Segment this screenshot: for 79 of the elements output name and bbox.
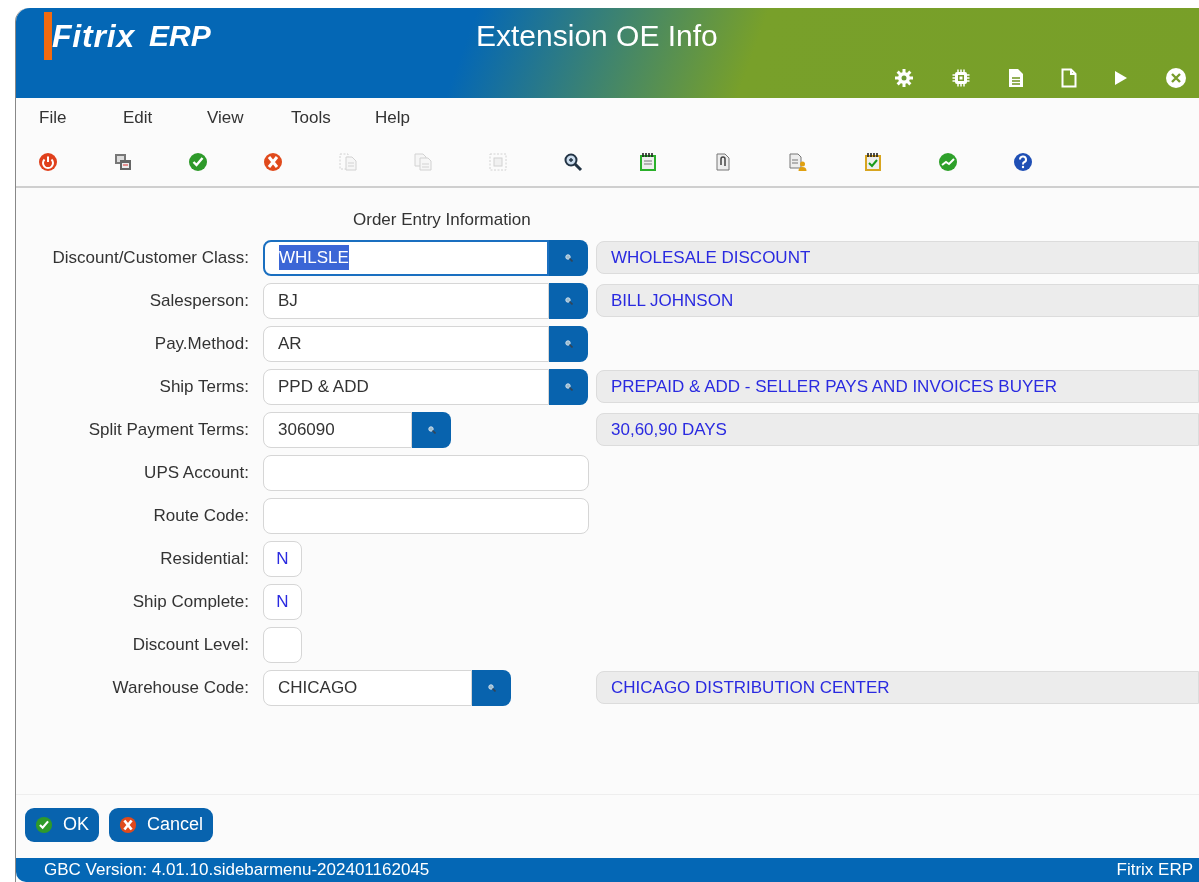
input-field[interactable] <box>263 497 589 534</box>
notepad-icon[interactable] <box>638 152 658 172</box>
search-icon <box>564 339 573 348</box>
input-field[interactable]: BJ <box>263 282 549 319</box>
description-field: BILL JOHNSON <box>596 284 1199 317</box>
input-field[interactable]: N <box>263 583 302 620</box>
search-icon[interactable] <box>563 152 583 172</box>
check-icon <box>35 815 53 834</box>
input-field[interactable]: PPD & ADD <box>263 368 549 405</box>
lookup-button[interactable] <box>549 325 588 362</box>
field-value: AR <box>278 332 302 355</box>
input-field[interactable]: 306090 <box>263 411 412 448</box>
field-label: Split Payment Terms: <box>87 418 250 441</box>
field-label: Residential: <box>159 547 250 570</box>
search-icon <box>564 296 573 305</box>
cancel-icon <box>119 815 137 834</box>
description-field: 30,60,90 DAYS <box>596 413 1199 446</box>
document-icon[interactable] <box>1008 68 1024 88</box>
field-label: Warehouse Code: <box>111 676 250 699</box>
menu-item[interactable]: File <box>39 105 123 131</box>
field-value: CHICAGO <box>278 676 358 699</box>
logo-brand: Fitrix <box>44 11 136 60</box>
description-field: WHOLESALE DISCOUNT <box>596 241 1199 274</box>
field-label: Discount Level: <box>131 633 250 656</box>
input-field[interactable]: WHLSLE <box>263 239 549 276</box>
lookup-button[interactable] <box>412 411 451 448</box>
close-icon[interactable] <box>1165 67 1187 89</box>
lookup-button[interactable] <box>549 368 588 405</box>
cancel-icon[interactable] <box>263 152 283 172</box>
checklist-notepad-icon[interactable] <box>863 152 883 172</box>
menu-item[interactable]: View <box>207 105 291 131</box>
field-label: Ship Complete: <box>131 590 250 613</box>
version-text: GBC Version: 4.01.10.sidebarmenu-202401162045 <box>44 859 430 882</box>
input-field[interactable]: CHICAGO <box>263 669 472 706</box>
field-value: WHLSLE <box>279 244 349 271</box>
field-label: Pay.Method: <box>153 332 250 355</box>
logo-suffix: ERP <box>149 18 211 54</box>
menu-item[interactable]: Help <box>375 105 459 131</box>
lookup-button[interactable] <box>472 669 511 706</box>
input-field[interactable]: N <box>263 540 302 577</box>
play-icon[interactable] <box>1114 70 1128 86</box>
input-field[interactable]: AR <box>263 325 549 362</box>
field-value: BJ <box>278 289 298 312</box>
field-label: Route Code: <box>152 504 250 527</box>
windows-icon[interactable] <box>113 152 133 172</box>
chip-icon[interactable] <box>951 68 971 88</box>
help-icon[interactable] <box>1013 152 1033 172</box>
trend-icon[interactable] <box>938 152 958 172</box>
cancel-button[interactable]: Cancel <box>109 807 214 842</box>
input-field[interactable] <box>263 626 302 663</box>
power-icon[interactable] <box>38 152 58 172</box>
search-icon <box>427 425 436 434</box>
lookup-button[interactable] <box>549 239 588 276</box>
search-icon <box>564 253 573 262</box>
menu-item[interactable]: Edit <box>123 105 207 131</box>
field-label: Salesperson: <box>148 289 250 312</box>
input-field[interactable] <box>263 454 589 491</box>
lookup-button[interactable] <box>549 282 588 319</box>
field-label: Discount/Customer Class: <box>51 246 250 269</box>
field-value: N <box>276 547 289 570</box>
field-label: UPS Account: <box>143 461 250 484</box>
menu-item[interactable]: Tools <box>291 105 375 131</box>
field-value: PPD & ADD <box>278 375 369 398</box>
field-value: 306090 <box>278 418 335 441</box>
product-name: Fitrix ERP <box>1116 859 1193 882</box>
section-title: Order Entry Information <box>353 208 531 231</box>
paperclip-document-icon[interactable] <box>713 152 733 172</box>
window-title: Extension OE Info <box>476 18 718 54</box>
check-icon[interactable] <box>188 152 208 172</box>
field-label: Ship Terms: <box>158 375 250 398</box>
settings-icon[interactable] <box>894 68 914 88</box>
description-field: PREPAID & ADD - SELLER PAYS AND INVOICES BUYER <box>596 370 1199 403</box>
field-value: N <box>276 590 289 613</box>
document-person-icon[interactable] <box>788 152 808 172</box>
blank-document-icon[interactable] <box>1061 68 1077 88</box>
search-icon <box>487 683 496 692</box>
ok-button[interactable]: OK <box>25 807 99 842</box>
description-field: CHICAGO DISTRIBUTION CENTER <box>596 671 1199 704</box>
search-icon <box>564 382 573 391</box>
